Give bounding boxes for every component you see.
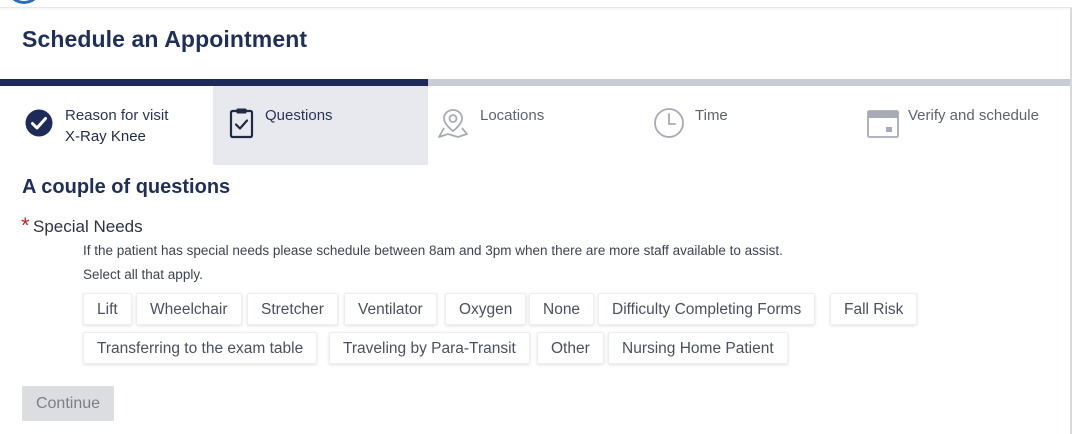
step-time[interactable]: Time bbox=[643, 86, 858, 165]
step-label: Time bbox=[695, 107, 728, 124]
check-circle-icon bbox=[22, 106, 56, 140]
step-reason-for-visit[interactable]: Reason for visit X-Ray Knee bbox=[0, 86, 215, 165]
section-title: A couple of questions bbox=[22, 176, 231, 198]
map-pin-icon bbox=[436, 106, 470, 140]
step-label: Reason for visit bbox=[65, 107, 169, 124]
option-difficulty-completing-forms[interactable]: Difficulty Completing Forms bbox=[598, 293, 816, 325]
page-title: Schedule an Appointment bbox=[22, 26, 308, 52]
option-none[interactable]: None bbox=[529, 293, 595, 325]
clock-icon bbox=[652, 106, 686, 140]
clipboard-check-icon bbox=[225, 106, 259, 140]
option-transferring-to-exam-table[interactable]: Transferring to the exam table bbox=[83, 332, 318, 364]
required-marker: * bbox=[21, 213, 30, 238]
step-label: Questions bbox=[265, 107, 333, 124]
option-wheelchair[interactable]: Wheelchair bbox=[136, 293, 242, 325]
option-nursing-home-patient[interactable]: Nursing Home Patient bbox=[608, 332, 788, 364]
option-lift[interactable]: Lift bbox=[83, 293, 132, 325]
option-ventilator[interactable]: Ventilator bbox=[344, 293, 437, 325]
option-oxygen[interactable]: Oxygen bbox=[445, 293, 527, 325]
progress-bar bbox=[0, 79, 1070, 86]
option-stretcher[interactable]: Stretcher bbox=[247, 293, 338, 325]
step-tracker: Reason for visit X-Ray Knee Questions Lo… bbox=[0, 86, 1070, 165]
calendar-icon bbox=[866, 106, 900, 140]
step-label: Verify and schedule bbox=[908, 107, 1039, 124]
logo-icon bbox=[6, 0, 42, 4]
top-header-strip bbox=[0, 0, 1072, 8]
option-traveling-by-para-transit[interactable]: Traveling by Para-Transit bbox=[329, 332, 530, 364]
continue-button[interactable]: Continue bbox=[22, 386, 114, 421]
step-value: X-Ray Knee bbox=[65, 128, 146, 145]
option-other[interactable]: Other bbox=[537, 332, 604, 364]
progress-fill bbox=[0, 79, 428, 86]
step-label: Locations bbox=[480, 107, 545, 124]
step-locations[interactable]: Locations bbox=[428, 86, 643, 165]
select-all-instruction: Select all that apply. bbox=[83, 267, 203, 282]
special-needs-label: Special Needs bbox=[33, 217, 143, 236]
step-verify-and-schedule[interactable]: Verify and schedule bbox=[857, 86, 1072, 165]
option-fall-risk[interactable]: Fall Risk bbox=[830, 293, 918, 325]
step-questions[interactable]: Questions bbox=[213, 86, 428, 165]
special-needs-help-text: If the patient has special needs please … bbox=[83, 243, 783, 258]
